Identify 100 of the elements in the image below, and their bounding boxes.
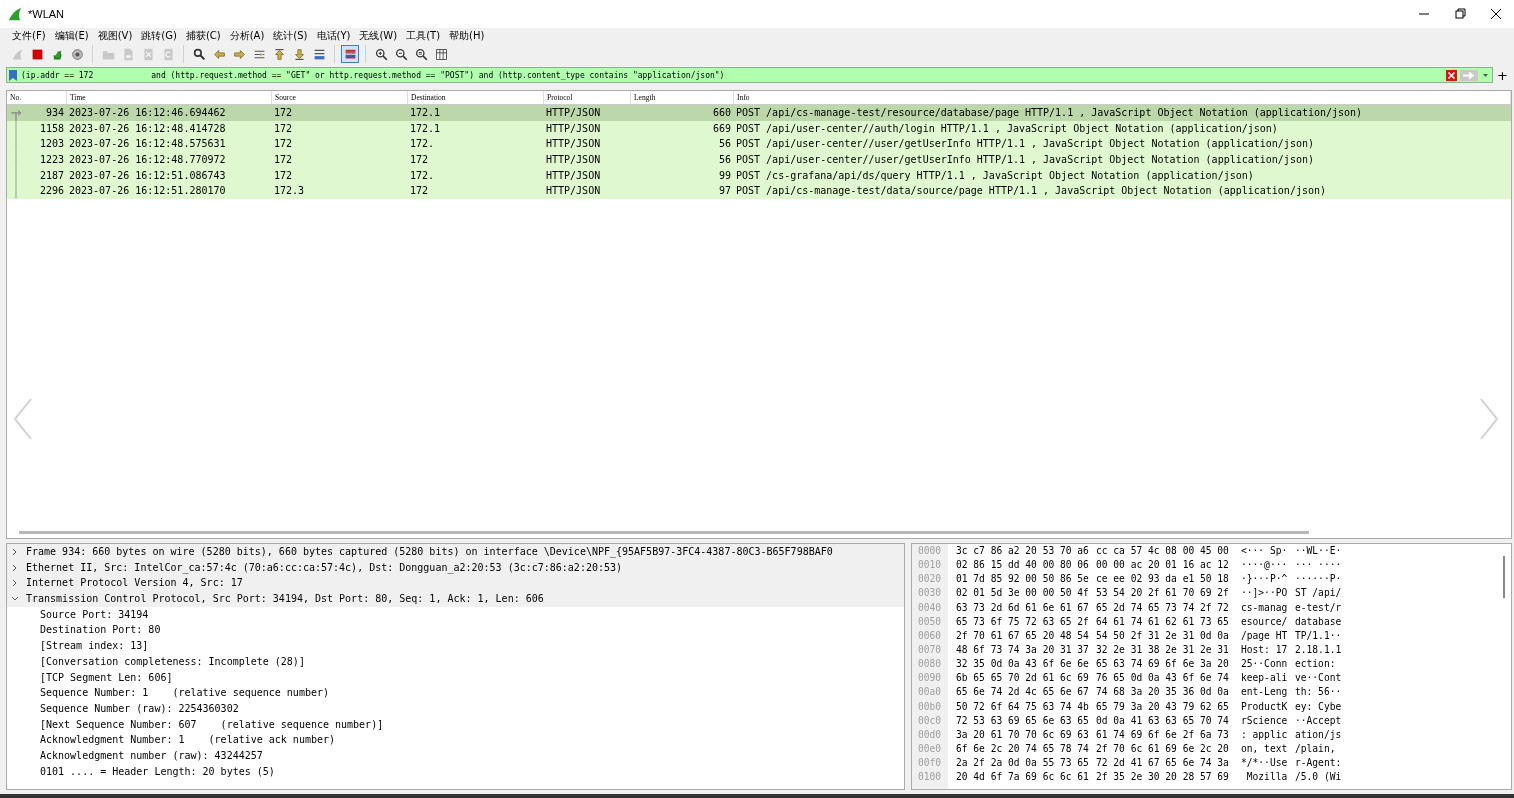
hex-bytes: 20 4d 6f 7a 69 6c 6c 61 [956, 770, 1090, 785]
table-cell-text: 2023-07-26 16:12:48.575631 [68, 137, 227, 152]
packet-row[interactable]: 934 2023-07-26 16:12:46.694462 172 172.1 HTTP/JSON 660 POST /api/cs-manage-test/resource/database/page HTTP/1.1 , JavaScript Object Notation (application/json) [7, 105, 1511, 121]
tree-text: Internet Protocol Version 4, Src: 17 [26, 576, 243, 591]
offset-text: 0010 [917, 558, 942, 573]
hex-bytes: 00 00 ac 20 01 16 ac 12 [1096, 558, 1230, 573]
ascii-text: database [1295, 614, 1342, 629]
ascii-text: <··· Sp· [1241, 544, 1289, 558]
table-cell-text: 2023-07-26 16:12:48.414728 [68, 121, 227, 136]
tree-text: Frame 934: 660 bytes on wire (5280 bits), 660 bytes captured (5280 bits) on interface \Device\NPF_{95AF5B97-3FC4-4387-80C3-B65F798BAF0 [26, 545, 833, 560]
ascii-text: ··Accept [1295, 713, 1342, 728]
tree-text: Source Port: 34194 [40, 607, 149, 622]
reload-icon [161, 47, 175, 61]
hex-bytes: 2f 35 2e 30 20 28 57 69 [1096, 770, 1230, 785]
tree-text: Ethernet II, Src: IntelCor_ca:57:4c (70:a6:cc:ca:57:4c), Dst: Dongguan_a2:20:53 (3c:c7:86:a2:20:53) [26, 560, 623, 576]
hex-bytes: 63 73 2d 6d 61 6e 61 67 [956, 600, 1090, 615]
table-cell-text: 2023-07-26 16:12:46.694462 [68, 106, 227, 120]
offset-text: 0060 [917, 628, 942, 643]
table-cell-text: 172 [273, 121, 294, 136]
up-arrow-icon [272, 47, 286, 61]
offset-text: 00d0 [917, 727, 942, 742]
zoom-reset-icon [414, 47, 428, 61]
filter-text: (ip.addr == 172 [21, 70, 94, 80]
table-cell-text: 99 [717, 168, 732, 183]
table-cell-text: POST /api/cs-manage-test/resource/database/page HTTP/1.1 , JavaScript Object Notation (application/json) [735, 106, 1364, 120]
ascii-text: : applic [1241, 727, 1289, 742]
hex-bytes: 64 61 74 61 62 61 73 65 [1096, 614, 1230, 629]
menu-item[interactable]: 统计(S) [271, 29, 315, 43]
menu-item[interactable]: 无线(W) [357, 29, 405, 43]
ascii-text: Host: 17 [1241, 643, 1289, 657]
tree-row[interactable]: Transmission Control Protocol, Src Port: 34194, Dst Port: 80, Seq: 1, Ack: 1, Len: 606 [7, 591, 904, 607]
menu-item[interactable]: 捕获(C) [183, 29, 228, 43]
packet-row[interactable]: 1223 2023-07-26 16:12:48.770972 172 172 HTTP/JSON 56 POST /api/user-center//user/getUserInfo HTTP/1.1 , JavaScript Object Notation (application/json) [7, 152, 1511, 168]
ascii-text: /plain, [1295, 741, 1336, 756]
clear-icon[interactable] [1446, 69, 1458, 81]
tree-row[interactable]: Frame 934: 660 bytes on wire (5280 bits), 660 bytes captured (5280 bits) on interface \Device\NPF_{95AF5B97-3FC4-4387-80C3-B65F798BAF0 [7, 544, 904, 560]
table-cell-text: POST /api/user-center//user/getUserInfo HTTP/1.1 , JavaScript Object Notation (application/json) [735, 153, 1315, 168]
ascii-text: ······P· [1295, 572, 1342, 587]
ascii-text: ProductK [1241, 699, 1289, 714]
bookmark-icon[interactable] [9, 69, 17, 81]
ascii-text: r-Agent: [1295, 756, 1342, 771]
hex-bytes: 2f 70 61 67 65 20 48 54 [956, 628, 1090, 643]
menu-item[interactable]: 电话(Y) [314, 29, 358, 43]
hex-bytes: 3a 20 61 70 70 6c 69 63 [956, 727, 1090, 742]
ascii-text: TP/1.1·· [1295, 628, 1342, 643]
menu-item[interactable]: 工具(T) [404, 29, 448, 43]
table-cell-text: 172. [409, 168, 436, 183]
menu-item[interactable]: 跳转(G) [139, 29, 184, 43]
menu-item[interactable]: 视图(V) [95, 29, 140, 43]
hex-bytes: 6b 65 65 70 2d 61 6c 69 [956, 671, 1090, 686]
ascii-text: ent-Leng [1241, 685, 1289, 700]
hex-bytes: 65 2d 74 65 73 74 2f 72 [1096, 600, 1230, 615]
ascii-text: rScience [1241, 713, 1289, 728]
table-cell-text: POST /api/cs-manage-test/data/source/page HTTP/1.1 , JavaScript Object Notation (application/json) [735, 184, 1327, 199]
ascii-text: ··WL··E· [1295, 544, 1342, 558]
tree-text: 0101 .... = Header Length: 20 bytes (5) [40, 764, 275, 779]
packet-row[interactable]: 1203 2023-07-26 16:12:48.575631 172 172. HTTP/JSON 56 POST /api/user-center//user/getUserInfo HTTP/1.1 , JavaScript Object Notation (application/json) [7, 136, 1511, 153]
hex-bytes: 02 86 15 dd 40 00 80 06 [956, 558, 1090, 573]
offset-text: 00c0 [917, 713, 942, 728]
hex-bytes: 2a 2f 2a 0d 0a 55 73 65 [956, 756, 1090, 771]
hex-bytes: 74 68 3a 20 35 36 0d 0a [1096, 685, 1230, 700]
close-file-icon [141, 47, 155, 61]
table-cell-text: HTTP/JSON [545, 168, 602, 183]
hex-bytes: 54 50 2f 31 2e 31 0d 0a [1096, 628, 1230, 643]
table-cell-text: 2023-07-26 16:12:51.086743 [68, 168, 227, 183]
table-cell-text: 2187 [38, 168, 64, 183]
ascii-text: ·}···P·^ [1241, 572, 1289, 587]
table-cell-text: HTTP/JSON [545, 184, 602, 199]
table-cell-text: HTTP/JSON [545, 153, 602, 168]
ascii-text: on, text [1241, 741, 1289, 756]
ascii-text: ··]>··PO [1241, 586, 1289, 601]
hex-bytes: cc ca 57 4c 08 00 45 00 [1096, 544, 1230, 558]
menu-item[interactable]: 分析(A) [227, 29, 272, 43]
menu-item[interactable]: 编辑(E) [52, 29, 96, 43]
menu-item[interactable]: 帮助(H) [447, 29, 492, 43]
hex-bytes: 02 01 5d 3e 00 00 50 4f [956, 586, 1090, 601]
filter-field[interactable]: (ip.addr == 172 and (http.request.method == "GET" or http.request.method == "POST") and (http.content_type contains "application/json") [6, 67, 1494, 83]
add-filter-button[interactable]: + [1497, 68, 1508, 82]
window-title: *WLAN [28, 8, 65, 20]
table-cell-text: 172.1 [409, 106, 442, 120]
offset-text: 0080 [917, 657, 942, 672]
hex-bytes: 65 79 3a 20 43 79 62 65 [1096, 699, 1230, 714]
tree-row[interactable]: Internet Protocol Version 4, Src: 17 [7, 575, 904, 592]
hex-bytes: 72 53 63 69 65 6e 63 65 [956, 713, 1090, 728]
tree-text: Sequence Number (raw): 2254360302 [40, 701, 239, 716]
filter-text: and (http.request.method == "GET" or http.request.method == "POST") and (http.content_type contains "application/json") [151, 70, 725, 80]
shark-fin-icon [10, 47, 24, 61]
ascii-text: /page HT [1241, 628, 1289, 643]
ascii-text: 2.18.1.1 [1295, 643, 1342, 657]
table-cell-text: 1223 [38, 153, 64, 168]
tree-text: Sequence Number: 1 (relative sequence number) [40, 686, 329, 701]
ascii-text: /5.0 (Wi [1295, 770, 1342, 785]
offset-text: 0100 [917, 770, 942, 785]
packet-row[interactable]: 2296 2023-07-26 16:12:51.280170 172.3 172 HTTP/JSON 97 POST /api/cs-manage-test/data/source/page HTTP/1.1 , JavaScript Object Notation (application/json) [7, 183, 1511, 200]
menu-item[interactable]: 文件(F) [10, 29, 53, 43]
shark-fin-icon [8, 7, 22, 21]
hex-bytes: 32 2e 31 38 2e 31 2e 31 [1096, 643, 1230, 657]
tree-text: [Stream index: 13] [40, 639, 149, 654]
table-cell-text: 2023-07-26 16:12:48.770972 [68, 153, 227, 168]
table-cell-text: 56 [717, 137, 732, 152]
